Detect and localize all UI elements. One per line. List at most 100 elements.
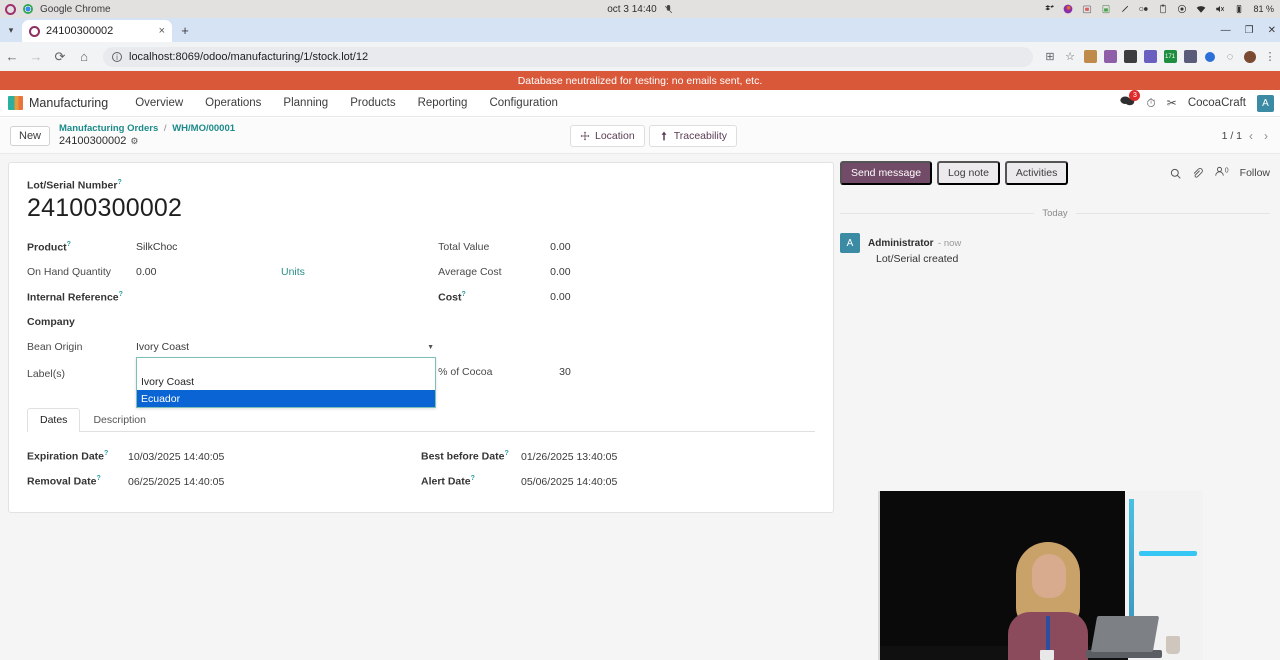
help-icon[interactable]: ? (119, 291, 123, 298)
breadcrumb-parent-link[interactable]: WH/MO/00001 (172, 123, 235, 134)
extension-counter-icon[interactable]: 171 (1160, 42, 1180, 71)
toggle-icon[interactable] (1139, 4, 1149, 14)
messages-button[interactable]: 3 (1120, 90, 1141, 112)
field-row-internal-reference: Internal Reference? (27, 285, 438, 310)
calendar-icon[interactable] (1082, 4, 1092, 14)
pager-previous-button[interactable]: ‹ (1245, 129, 1257, 143)
dropdown-option-empty[interactable] (137, 358, 435, 373)
tab-dates[interactable]: Dates (27, 408, 81, 432)
removal-date-value[interactable]: 06/25/2025 14:40:05 (128, 476, 224, 488)
follow-button[interactable]: Follow (1240, 167, 1270, 179)
window-maximize-button[interactable]: ❐ (1245, 25, 1254, 36)
tab-close-icon[interactable]: × (159, 25, 165, 37)
on-hand-quantity-value[interactable]: 0.00 (136, 266, 281, 278)
search-icon[interactable] (1170, 168, 1181, 179)
cost-value[interactable]: 0.00 (550, 291, 570, 303)
new-tab-button[interactable]: + (172, 18, 198, 42)
bean-origin-select[interactable]: Ivory Coast ▼ (136, 338, 436, 356)
bookmark-star-icon[interactable]: ☆ (1060, 42, 1080, 71)
activities-button[interactable]: Activities (1004, 161, 1069, 185)
app-brand[interactable]: Manufacturing (0, 96, 108, 110)
message-body: Lot/Serial created (876, 253, 959, 265)
new-record-button[interactable]: New (10, 125, 51, 146)
pencil-icon[interactable] (1120, 4, 1130, 14)
help-icon[interactable]: ? (104, 450, 108, 457)
log-note-button[interactable]: Log note (937, 161, 1000, 185)
extension-puzzle-icon[interactable]: ◌ (1220, 42, 1240, 71)
followers-button[interactable]: 0 (1214, 166, 1229, 180)
activities-clock-icon[interactable]: ⏱ (1146, 96, 1155, 111)
message-author[interactable]: Administrator (868, 238, 934, 249)
extension-blue-dot-icon[interactable] (1200, 42, 1220, 71)
battery-widget-icon[interactable] (1101, 4, 1111, 14)
help-icon[interactable]: ? (117, 179, 121, 186)
site-info-icon[interactable]: i (112, 51, 122, 62)
back-button[interactable]: ← (0, 42, 24, 71)
reload-button[interactable]: ⟳ (48, 42, 72, 71)
product-value[interactable]: SilkChoc (136, 241, 177, 253)
wifi-icon[interactable] (1196, 4, 1206, 14)
nav-item-reporting[interactable]: Reporting (407, 97, 479, 109)
firefox-icon[interactable] (1063, 4, 1073, 14)
extension-purple-icon[interactable] (1100, 42, 1120, 71)
extension-window-icon[interactable] (1140, 42, 1160, 71)
forward-button[interactable]: → (24, 42, 48, 71)
record-icon[interactable] (1177, 4, 1187, 14)
on-hand-quantity-label: On Hand Quantity (27, 266, 112, 278)
dropdown-option-ivory-coast[interactable]: Ivory Coast (137, 373, 435, 390)
extension-doc-icon[interactable] (1120, 42, 1140, 71)
units-link[interactable]: Units (281, 266, 305, 278)
nav-item-overview[interactable]: Overview (124, 97, 194, 109)
install-app-icon[interactable]: ⊞ (1040, 42, 1060, 71)
pager-next-button[interactable]: › (1260, 129, 1272, 143)
send-message-button[interactable]: Send message (840, 161, 933, 185)
field-row-total-value: Total Value 0.00 (438, 235, 815, 260)
help-icon[interactable]: ? (67, 241, 71, 248)
person-icon (1215, 166, 1224, 176)
tools-wrench-icon[interactable]: ✂ (1167, 96, 1177, 110)
profile-avatar-icon[interactable] (1240, 42, 1260, 71)
expiration-date-value[interactable]: 10/03/2025 14:40:05 (128, 451, 224, 463)
battery-icon[interactable] (1234, 4, 1244, 14)
volume-muted-icon[interactable] (1215, 4, 1225, 14)
breadcrumb-root-link[interactable]: Manufacturing Orders (59, 123, 158, 134)
traceability-button[interactable]: Traceability (648, 124, 737, 147)
dropbox-icon[interactable] (1044, 4, 1055, 14)
dates-left-column: Expiration Date? 10/03/2025 14:40:05 Rem… (27, 444, 421, 494)
company-name[interactable]: CocoaCraft (1188, 97, 1246, 109)
alert-date-value[interactable]: 05/06/2025 14:40:05 (521, 476, 617, 488)
extension-grid-icon[interactable] (1180, 42, 1200, 71)
dropdown-option-ecuador[interactable]: Ecuador (137, 390, 435, 407)
browser-menu-icon[interactable]: ⋮ (1260, 42, 1280, 71)
smart-buttons: Location Traceability (570, 124, 737, 147)
nav-item-configuration[interactable]: Configuration (478, 97, 568, 109)
tab-description[interactable]: Description (80, 408, 159, 431)
odoo-navbar: Manufacturing Overview Operations Planni… (0, 90, 1280, 117)
location-button[interactable]: Location (570, 124, 645, 147)
nav-item-planning[interactable]: Planning (272, 97, 339, 109)
extension-bank-icon[interactable] (1080, 42, 1100, 71)
chevron-down-icon: ▼ (427, 344, 434, 351)
help-icon[interactable]: ? (96, 475, 100, 482)
attachment-paperclip-icon[interactable] (1192, 167, 1203, 179)
window-minimize-button[interactable]: — (1221, 25, 1231, 36)
address-bar[interactable]: i localhost:8069/odoo/manufacturing/1/st… (103, 46, 1033, 67)
gear-icon[interactable]: ⚙ (130, 136, 138, 147)
home-button[interactable]: ⌂ (72, 42, 96, 71)
tab-search-chevron-icon[interactable]: ▾ (0, 18, 22, 42)
cocoa-percent-value[interactable]: 30 (559, 366, 571, 378)
lot-serial-number-value[interactable]: 24100300002 (27, 194, 815, 223)
help-icon[interactable]: ? (504, 450, 508, 457)
clipboard-icon[interactable] (1158, 4, 1168, 14)
alert-date-label-group: Alert Date? (421, 475, 509, 488)
nav-item-products[interactable]: Products (339, 97, 406, 109)
best-before-date-value[interactable]: 01/26/2025 13:40:05 (521, 451, 617, 463)
user-avatar[interactable]: A (1257, 94, 1274, 112)
help-icon[interactable]: ? (471, 475, 475, 482)
message-header: Administrator - now (868, 233, 961, 251)
help-icon[interactable]: ? (461, 291, 465, 298)
nav-item-operations[interactable]: Operations (194, 97, 272, 109)
browser-tab[interactable]: 24100300002 × (22, 20, 172, 42)
pager-counter: 1 / 1 (1221, 129, 1242, 142)
window-close-button[interactable]: ✕ (1268, 25, 1276, 36)
